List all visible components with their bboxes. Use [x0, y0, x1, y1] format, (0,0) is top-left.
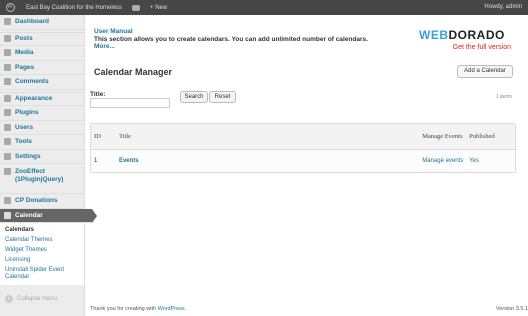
column-header-published[interactable]: Published: [469, 133, 515, 140]
admin-sidebar: Dashboard Posts Media Pages Comments App…: [0, 15, 97, 316]
sidebar-item-media[interactable]: Media: [0, 46, 84, 61]
items-count: 1 items: [495, 94, 512, 100]
submenu-item-widget-themes[interactable]: Widget Themes: [0, 245, 84, 255]
table-row: 1 Events Manage events Yes: [91, 150, 515, 172]
sidebar-item-users[interactable]: Users: [0, 121, 84, 135]
comments-icon: [4, 78, 11, 86]
user-manual-text: This section allows you to create calend…: [94, 35, 368, 43]
new-content-link[interactable]: + New: [150, 5, 167, 11]
zooeffect-icon: [4, 168, 11, 175]
wordpress-link[interactable]: WordPress: [158, 306, 185, 312]
version-text: Version 3.5.1: [495, 306, 528, 312]
sidebar-item-pages[interactable]: Pages: [0, 61, 84, 75]
pin-icon: [4, 35, 11, 43]
column-header-title[interactable]: Title: [119, 133, 422, 140]
sidebar-item-settings[interactable]: Settings: [0, 150, 84, 164]
plugins-icon: [4, 109, 11, 117]
sidebar-item-zooeffect[interactable]: ZooEffect (1PluginjQuery): [0, 164, 84, 194]
title-search-input[interactable]: [90, 98, 170, 108]
sidebar-item-tools[interactable]: Tools: [0, 135, 84, 150]
manage-events-link[interactable]: Manage events: [422, 158, 463, 164]
footer-credit: Thank you for creating with WordPress.: [90, 306, 187, 312]
main-content: User Manual This section allows you to c…: [90, 15, 528, 316]
sidebar-item-comments[interactable]: Comments: [0, 75, 84, 90]
collapse-menu-button[interactable]: ‹ Collapse menu: [0, 285, 84, 303]
calendar-title-link[interactable]: Events: [119, 158, 139, 164]
admin-bar: W East Bay Coalition for the Homeless + …: [0, 0, 528, 15]
sidebar-item-calendar[interactable]: Calendar: [0, 208, 97, 223]
add-calendar-button[interactable]: Add a Calendar: [457, 65, 513, 78]
search-button[interactable]: Search: [180, 91, 208, 103]
user-manual-notice: User Manual This section allows you to c…: [94, 28, 368, 51]
sidebar-item-cp-donations[interactable]: CP Donations: [0, 194, 84, 209]
users-icon: [4, 123, 11, 131]
site-name-link[interactable]: East Bay Coalition for the Homeless: [26, 5, 122, 11]
more-link[interactable]: More...: [94, 43, 368, 51]
sidebar-item-plugins[interactable]: Plugins: [0, 106, 84, 121]
media-icon: [4, 49, 11, 57]
appearance-icon: [4, 95, 11, 103]
submenu-item-calendars[interactable]: Calendars: [0, 225, 84, 235]
row-id: 1: [94, 158, 98, 164]
title-filter-label: Title:: [90, 91, 106, 98]
submenu-item-licensing[interactable]: Licensing: [0, 255, 84, 265]
calendar-icon: [4, 211, 11, 219]
submenu-item-uninstall[interactable]: Uninstall Spider Event Calendar: [0, 265, 84, 282]
calendar-submenu: Calendars Calendar Themes Widget Themes …: [0, 223, 84, 285]
pages-icon: [4, 63, 11, 71]
get-full-version-link[interactable]: Get the full version: [419, 44, 511, 51]
page-title: Calendar Manager: [94, 67, 173, 77]
comment-bubble-icon[interactable]: [132, 4, 141, 11]
table-header: ID Title Manage Events Published: [91, 124, 515, 150]
howdy-admin-link[interactable]: Howdy, admin: [484, 0, 522, 15]
column-header-id[interactable]: ID: [91, 133, 119, 140]
dashboard-icon: [4, 18, 11, 26]
collapse-arrow-icon: ‹: [5, 295, 13, 303]
webdorado-logo[interactable]: WEBDORADO Get the full version: [419, 28, 511, 51]
published-status-link[interactable]: Yes: [469, 158, 515, 164]
column-header-manage-events: Manage Events: [422, 132, 463, 140]
tools-icon: [4, 138, 11, 146]
sidebar-item-dashboard[interactable]: Dashboard: [0, 15, 84, 30]
settings-icon: [4, 152, 11, 160]
donations-icon: [4, 197, 11, 205]
calendars-table: ID Title Manage Events Published 1 Event…: [90, 123, 516, 173]
sidebar-item-appearance[interactable]: Appearance: [0, 91, 84, 106]
submenu-item-calendar-themes[interactable]: Calendar Themes: [0, 235, 84, 245]
reset-button[interactable]: Reset: [209, 91, 236, 103]
wordpress-logo-icon[interactable]: W: [0, 0, 20, 15]
user-manual-link[interactable]: User Manual: [94, 28, 368, 36]
sidebar-item-posts[interactable]: Posts: [0, 31, 84, 46]
